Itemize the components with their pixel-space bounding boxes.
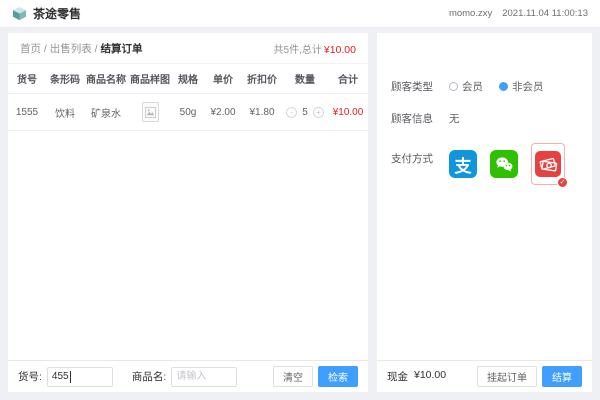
wechat-pay-icon[interactable] xyxy=(490,150,518,178)
product-image-placeholder-icon[interactable] xyxy=(142,102,159,122)
radio-member-label[interactable]: 会员 xyxy=(462,79,483,94)
table-row: 1555 饮料 矿泉水 50g ¥2.00 ¥1.80 xyxy=(8,94,368,131)
col-spec: 规格 xyxy=(172,64,204,94)
summary-amount: ¥10.00 xyxy=(324,44,356,56)
col-total: 合计 xyxy=(328,64,368,94)
cell-thumb xyxy=(128,94,172,131)
qty-minus-icon[interactable]: - xyxy=(286,107,297,118)
search-bar: 货号: 455 商品名: 清空 检索 xyxy=(8,360,368,392)
cell-spec: 50g xyxy=(172,94,204,131)
cell-price: ¥2.00 xyxy=(204,94,242,131)
col-discount: 折扣价 xyxy=(242,64,282,94)
payment-method-row: 支付方式 支 xyxy=(391,143,578,185)
settle-button[interactable]: 结算 xyxy=(542,366,582,387)
radio-non-member[interactable]: 非会员 xyxy=(499,79,544,94)
qty-value: 5 xyxy=(302,107,308,118)
breadcrumb-current: 结算订单 xyxy=(101,43,143,55)
radio-member[interactable]: 会员 xyxy=(449,79,483,94)
customer-type-row: 顾客类型 会员 非会员 xyxy=(391,79,578,94)
product-name-input[interactable] xyxy=(171,367,237,387)
app-title: 茶途零售 xyxy=(33,5,81,22)
col-thumb: 商品样图 xyxy=(128,64,172,94)
hold-order-button[interactable]: 挂起订单 xyxy=(477,366,537,387)
customer-info-value: 无 xyxy=(449,111,460,126)
datetime: 2021.11.04 11:00:13 xyxy=(502,8,588,19)
cash-total-label: 现金 xyxy=(387,369,408,384)
cash-total: 现金 ¥10.00 xyxy=(387,369,446,384)
sku-input-value: 455 xyxy=(52,371,69,382)
col-price: 单价 xyxy=(204,64,242,94)
order-panel: 首页 / 出售列表 / 结算订单 共5件,总计¥10.00 货号 条形码 商品名… xyxy=(8,33,368,392)
radio-non-member-icon[interactable] xyxy=(499,82,508,91)
cash-total-amount: ¥10.00 xyxy=(414,369,446,384)
checkout-panel: 顾客类型 会员 非会员 顾客信息 无 支付方式 支 xyxy=(377,33,592,392)
cell-discount: ¥1.80 xyxy=(242,94,282,131)
col-name: 商品名称 xyxy=(84,64,128,94)
sku-input[interactable]: 455 xyxy=(47,367,113,387)
customer-info-label: 顾客信息 xyxy=(391,111,449,126)
text-caret xyxy=(70,371,71,383)
cell-total: ¥10.00 xyxy=(328,94,368,131)
breadcrumb[interactable]: 首页 / 出售列表 / 结算订单 xyxy=(20,41,143,56)
order-table: 货号 条形码 商品名称 商品样图 规格 单价 折扣价 数量 合计 1555 饮料… xyxy=(8,64,368,131)
sku-field-label: 货号: xyxy=(18,369,42,384)
summary-text: 共5件,总计 xyxy=(274,45,322,56)
payment-label: 支付方式 xyxy=(391,143,449,166)
col-qty: 数量 xyxy=(282,64,328,94)
customer-type-label: 顾客类型 xyxy=(391,79,449,94)
breadcrumb-prefix[interactable]: 首页 / 出售列表 / xyxy=(20,43,101,55)
alipay-icon[interactable]: 支 xyxy=(449,150,477,178)
cell-name: 矿泉水 xyxy=(84,94,128,131)
cash-icon xyxy=(535,151,561,177)
qty-plus-icon[interactable]: + xyxy=(313,107,324,118)
username[interactable]: momo.zxy xyxy=(449,8,492,19)
cell-qty: - 5 + xyxy=(282,94,328,131)
customer-info-row: 顾客信息 无 xyxy=(391,111,578,126)
search-button[interactable]: 检索 xyxy=(318,366,358,387)
app-logo-icon xyxy=(12,6,27,21)
radio-non-member-label[interactable]: 非会员 xyxy=(512,79,544,94)
clear-button[interactable]: 清空 xyxy=(273,366,313,387)
name-field-label: 商品名: xyxy=(132,369,166,384)
cash-pay-option-selected[interactable]: ✓ xyxy=(531,143,565,185)
checkout-footer: 现金 ¥10.00 挂起订单 结算 xyxy=(377,360,592,392)
selected-check-icon: ✓ xyxy=(557,177,568,188)
col-sku: 货号 xyxy=(8,64,46,94)
order-summary: 共5件,总计¥10.00 xyxy=(274,41,356,56)
breadcrumb-row: 首页 / 出售列表 / 结算订单 共5件,总计¥10.00 xyxy=(8,33,368,64)
table-header-row: 货号 条形码 商品名称 商品样图 规格 单价 折扣价 数量 合计 xyxy=(8,64,368,94)
cell-sku: 1555 xyxy=(8,94,46,131)
radio-member-icon[interactable] xyxy=(449,82,458,91)
top-bar: 茶途零售 momo.zxy 2021.11.04 11:00:13 xyxy=(0,0,600,28)
col-barcode: 条形码 xyxy=(46,64,84,94)
cell-barcode: 饮料 xyxy=(46,94,84,131)
